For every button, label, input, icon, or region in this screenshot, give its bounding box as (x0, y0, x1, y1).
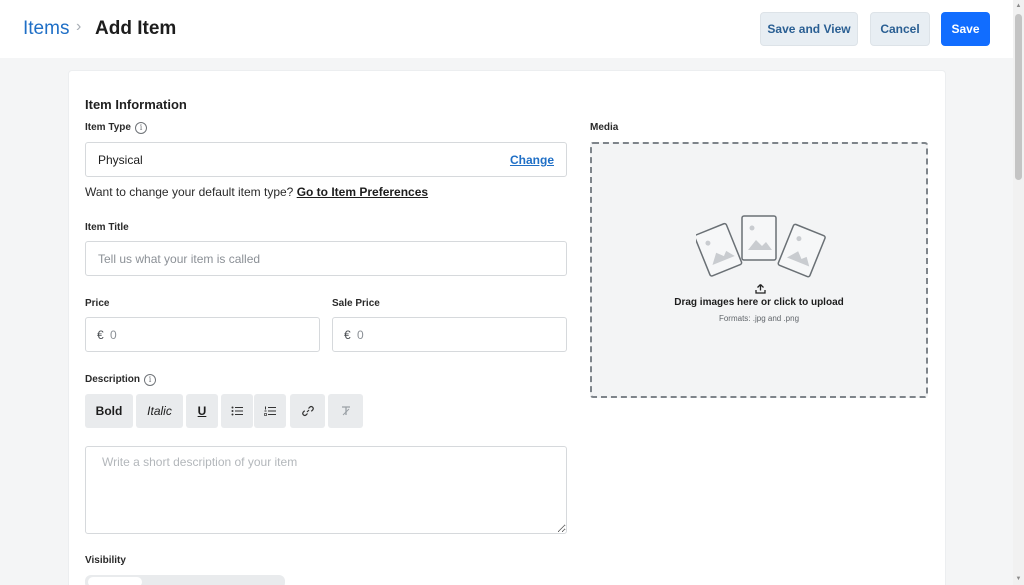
item-type-field: Physical Change (85, 142, 567, 177)
section-title: Item Information (85, 97, 187, 112)
sale-price-currency: € (344, 328, 351, 342)
upload-formats: Formats: .jpg and .png (718, 314, 800, 323)
info-icon[interactable]: i (144, 374, 156, 386)
info-icon[interactable]: i (135, 122, 147, 134)
bold-button[interactable]: Bold (85, 394, 133, 428)
price-currency: € (97, 328, 104, 342)
item-type-hint: Want to change your default item type? G… (85, 185, 428, 199)
image-stack-icon (696, 215, 826, 278)
clear-format-icon (341, 406, 350, 416)
media-dropzone[interactable]: Drag images here or click to upload Form… (590, 142, 928, 398)
price-input[interactable] (85, 317, 320, 352)
item-preferences-link[interactable]: Go to Item Preferences (297, 185, 428, 199)
numbered-list-icon (264, 406, 276, 416)
underline-button[interactable]: U (186, 394, 218, 428)
bullet-list-icon (231, 406, 243, 416)
page-title: Add Item (95, 18, 177, 39)
link-icon (301, 406, 314, 416)
top-bar: Items › Add Item Save and View Cancel Sa… (0, 0, 1013, 58)
bullet-list-button[interactable] (221, 394, 253, 428)
item-type-label: Item Type (85, 122, 131, 133)
scrollbar-thumb[interactable] (1015, 14, 1022, 180)
numbered-list-button[interactable] (254, 394, 286, 428)
sale-price-input[interactable] (332, 317, 567, 352)
sale-price-label: Sale Price (332, 298, 380, 309)
cancel-button[interactable]: Cancel (870, 12, 930, 46)
upload-icon (755, 284, 766, 294)
visibility-toggle-option[interactable] (88, 577, 142, 585)
description-textarea[interactable] (85, 446, 567, 534)
visibility-label: Visibility (85, 555, 126, 566)
item-title-label: Item Title (85, 222, 129, 233)
save-button[interactable]: Save (941, 12, 990, 46)
breadcrumb-items-link[interactable]: Items (23, 18, 69, 40)
price-label: Price (85, 298, 110, 309)
change-item-type-link[interactable]: Change (510, 153, 554, 167)
breadcrumb-chevron-icon: › (76, 18, 82, 35)
clear-format-button[interactable] (328, 394, 363, 428)
description-label: Description (85, 374, 141, 385)
media-label: Media (590, 122, 619, 133)
scroll-up-icon[interactable]: ▲ (1014, 2, 1023, 10)
scroll-down-icon[interactable]: ▼ (1014, 575, 1023, 583)
item-type-value: Physical (98, 153, 143, 167)
hint-text: Want to change your default item type? (85, 185, 294, 199)
upload-instruction: Drag images here or click to upload (674, 297, 844, 308)
link-button[interactable] (290, 394, 325, 428)
item-title-input[interactable] (85, 241, 567, 276)
save-and-view-button[interactable]: Save and View (760, 12, 858, 46)
italic-button[interactable]: Italic (136, 394, 183, 428)
